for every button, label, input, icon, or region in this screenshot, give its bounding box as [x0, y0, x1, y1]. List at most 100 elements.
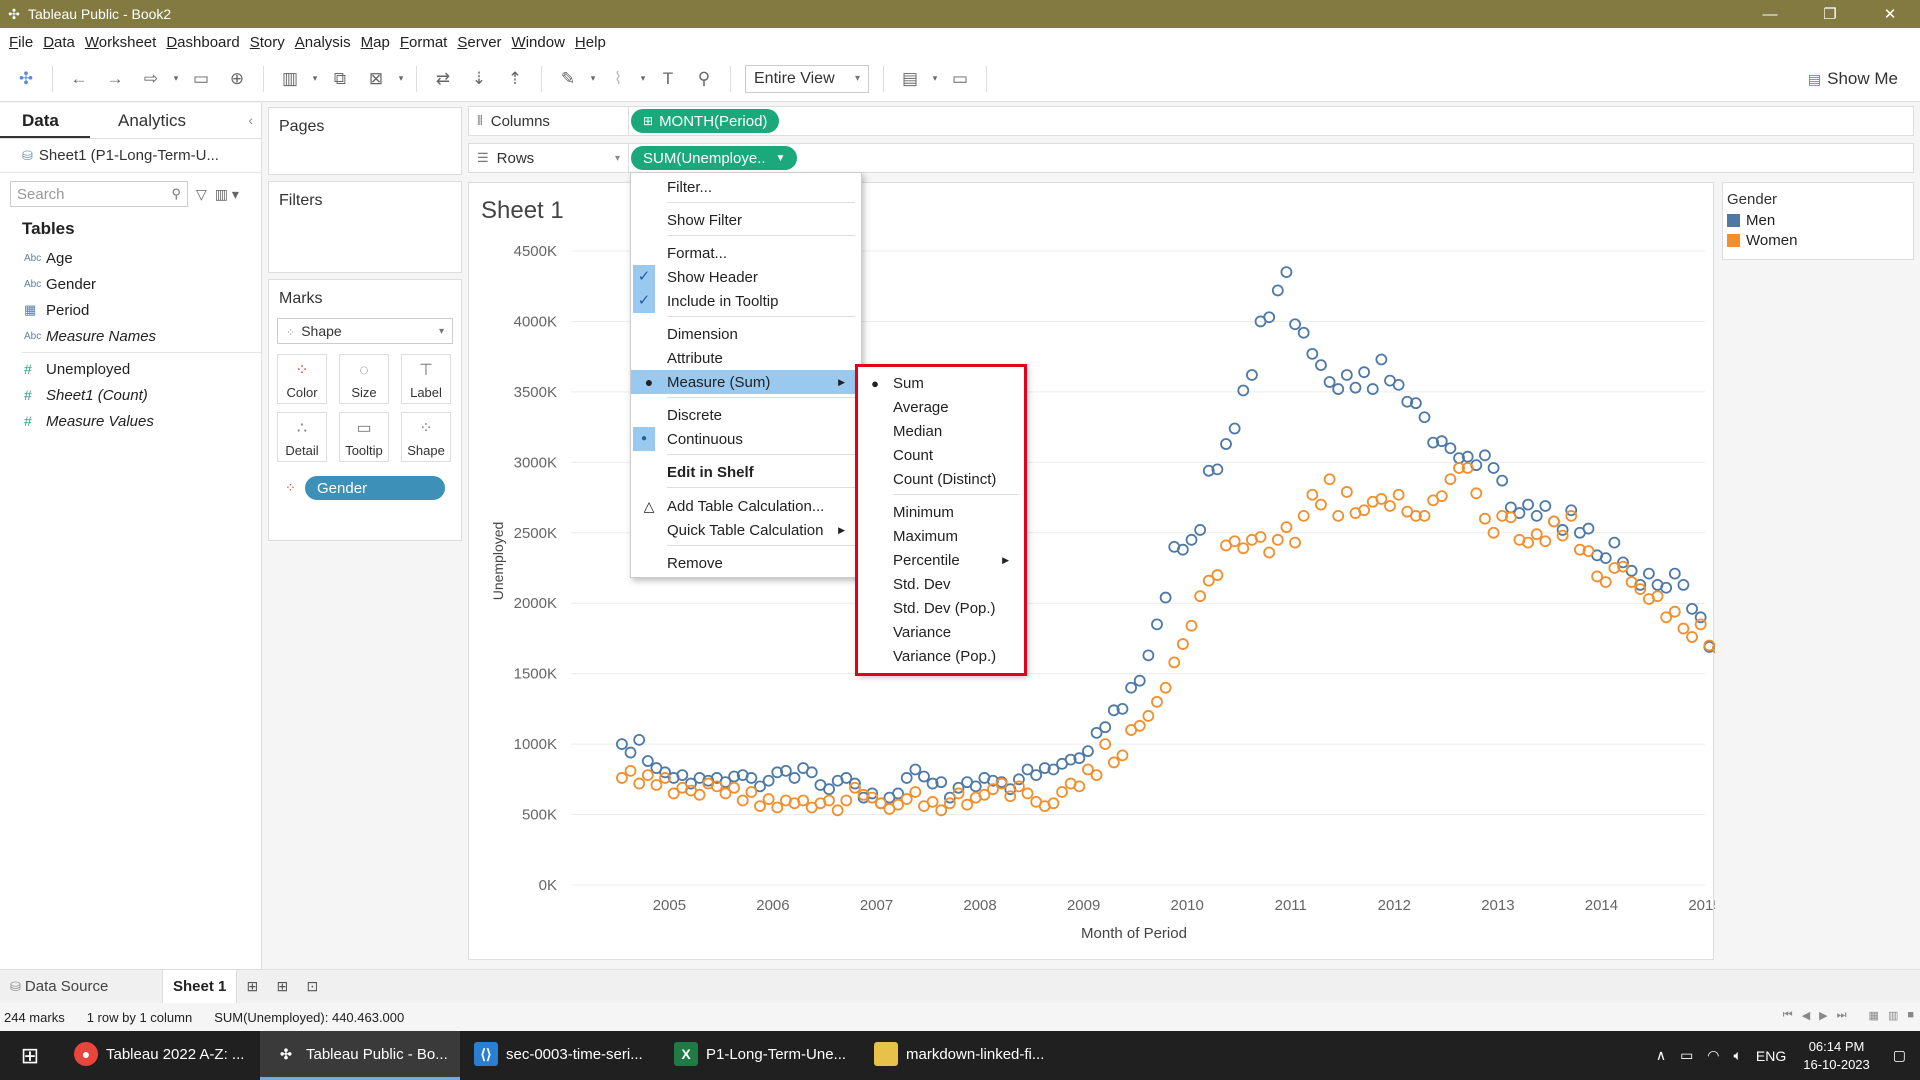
chevron-down-icon[interactable]: ▾: [638, 67, 648, 91]
columns-shelf[interactable]: ⦀ Columns ⊞ MONTH(Period): [468, 106, 1914, 136]
sheet-tab[interactable]: Sheet 1: [162, 969, 238, 1004]
pages-card[interactable]: Pages: [268, 107, 462, 175]
menu-item-show-filter[interactable]: Show Filter: [631, 208, 861, 232]
sort-descending-icon[interactable]: ⇡: [503, 67, 527, 91]
submenu-item-maximum[interactable]: Maximum: [857, 524, 1025, 548]
menu-item-show-header[interactable]: ✓ Show Header: [631, 265, 861, 289]
legend-item-women[interactable]: Women: [1723, 228, 1913, 249]
wifi-icon[interactable]: ◠: [1707, 1047, 1719, 1064]
rows-pill[interactable]: SUM(Unemploye.. ▼: [631, 146, 798, 170]
duplicate-icon[interactable]: ⧉: [328, 67, 352, 91]
menu-item-remove[interactable]: Remove: [631, 551, 861, 575]
menu-help[interactable]: Help: [575, 34, 606, 51]
rows-shelf[interactable]: ☰ Rows ▾ SUM(Unemploye.. ▼: [468, 143, 1914, 173]
group-icon[interactable]: ⌇: [606, 67, 630, 91]
filter-icon[interactable]: ▽: [196, 186, 207, 203]
presentation-mode-icon[interactable]: ▭: [948, 67, 972, 91]
chevron-up-icon[interactable]: ∧: [1656, 1047, 1666, 1064]
menu-item-format[interactable]: Format...: [631, 241, 861, 265]
show-me-button[interactable]: ▤ Show Me: [1808, 64, 1898, 94]
close-button[interactable]: ✕: [1860, 0, 1920, 28]
submenu-item-average[interactable]: Average: [857, 395, 1025, 419]
sort-ascending-icon[interactable]: ⇣: [467, 67, 491, 91]
pin-icon[interactable]: ⚲: [692, 67, 716, 91]
menu-file[interactable]: File: [9, 34, 33, 51]
field-unemployed[interactable]: # Unemployed: [0, 356, 261, 382]
size-button[interactable]: ◌ Size: [339, 354, 389, 404]
taskbar-excel[interactable]: X P1-Long-Term-Une...: [660, 1031, 860, 1080]
next-sheet-icon[interactable]: ▶: [1819, 1009, 1827, 1022]
new-story-icon[interactable]: ⊡: [297, 978, 327, 995]
fit-dropdown[interactable]: Entire View ▾: [745, 64, 869, 93]
field-measure-names[interactable]: Abc Measure Names: [0, 323, 261, 349]
tab-analytics[interactable]: Analytics: [96, 103, 246, 138]
submenu-item-std-dev-pop[interactable]: Std. Dev (Pop.): [857, 596, 1025, 620]
new-datasource-icon[interactable]: ⊕: [225, 67, 249, 91]
clock[interactable]: 06:14 PM 16-10-2023: [1803, 1038, 1870, 1074]
prev-sheet-icon[interactable]: ◀: [1802, 1009, 1810, 1022]
field-period[interactable]: ▦ Period: [0, 297, 261, 323]
menu-item-quick-table-calc[interactable]: Quick Table Calculation ▶: [631, 518, 861, 542]
menu-server[interactable]: Server: [457, 34, 501, 51]
sheet-sorter-icon[interactable]: ▦: [1869, 1009, 1879, 1022]
replay-icon[interactable]: ⇨: [139, 67, 163, 91]
datasource-item[interactable]: ⛁ Sheet1 (P1-Long-Term-U...: [0, 139, 261, 173]
chevron-down-icon[interactable]: ▾: [615, 153, 620, 164]
search-input[interactable]: Search ⚲: [10, 181, 188, 207]
redo-icon[interactable]: →: [103, 67, 127, 91]
tabs-icon[interactable]: ■: [1907, 1009, 1914, 1022]
view-options-icon[interactable]: ▥ ▾: [215, 186, 239, 203]
save-icon[interactable]: ▭: [189, 67, 213, 91]
taskbar-explorer[interactable]: ▬ markdown-linked-fi...: [860, 1031, 1060, 1080]
legend-item-men[interactable]: Men: [1723, 208, 1913, 229]
submenu-item-minimum[interactable]: Minimum: [857, 500, 1025, 524]
menu-format[interactable]: Format: [400, 34, 448, 51]
taskbar-vscode[interactable]: ⟨⟩ sec-0003-time-seri...: [460, 1031, 660, 1080]
chevron-down-icon[interactable]: ▾: [930, 67, 940, 91]
detail-button[interactable]: ∴ Detail: [277, 412, 327, 462]
undo-icon[interactable]: ←: [67, 67, 91, 91]
minimize-button[interactable]: —: [1740, 0, 1800, 28]
submenu-item-variance[interactable]: Variance: [857, 620, 1025, 644]
menu-map[interactable]: Map: [361, 34, 390, 51]
data-source-tab[interactable]: ⛁ Data Source: [0, 970, 162, 1004]
taskbar-chrome[interactable]: ● Tableau 2022 A-Z: ...: [60, 1031, 260, 1080]
chevron-down-icon[interactable]: ▾: [171, 67, 181, 91]
gender-color-pill[interactable]: Gender: [305, 476, 445, 500]
windows-start-icon[interactable]: ⊞: [0, 1031, 60, 1080]
menu-story[interactable]: Story: [250, 34, 285, 51]
show-cards-icon[interactable]: ▤: [898, 67, 922, 91]
clear-sheet-icon[interactable]: ⊠: [364, 67, 388, 91]
menu-item-dimension[interactable]: Dimension: [631, 322, 861, 346]
highlight-icon[interactable]: ✎: [556, 67, 580, 91]
taskbar-tableau[interactable]: ✣ Tableau Public - Bo...: [260, 1031, 460, 1080]
mark-type-dropdown[interactable]: ⁘ Shape ▾: [277, 318, 453, 344]
volume-icon[interactable]: 🔈︎: [1734, 1047, 1742, 1064]
tooltip-button[interactable]: ▭ Tooltip: [339, 412, 389, 462]
field-sheet1-count[interactable]: # Sheet1 (Count): [0, 382, 261, 408]
menu-item-attribute[interactable]: Attribute: [631, 346, 861, 370]
last-sheet-icon[interactable]: ⏭: [1837, 1009, 1847, 1022]
filters-card[interactable]: Filters: [268, 181, 462, 273]
tab-data[interactable]: Data: [0, 103, 90, 138]
menu-item-continuous[interactable]: ● Continuous: [631, 427, 861, 451]
language-indicator[interactable]: ENG: [1756, 1048, 1786, 1064]
submenu-item-std-dev[interactable]: Std. Dev: [857, 572, 1025, 596]
menu-item-edit-in-shelf[interactable]: Edit in Shelf: [631, 460, 861, 484]
new-worksheet-icon[interactable]: ⊞: [237, 978, 267, 995]
chevron-down-icon[interactable]: ▾: [396, 67, 406, 91]
shape-button[interactable]: ⁘ Shape: [401, 412, 451, 462]
new-worksheet-icon[interactable]: ▥: [278, 67, 302, 91]
submenu-item-percentile[interactable]: Percentile ▶: [857, 548, 1025, 572]
notifications-icon[interactable]: ▢: [1893, 1047, 1906, 1064]
submenu-item-count-distinct[interactable]: Count (Distinct): [857, 467, 1025, 491]
menu-window[interactable]: Window: [512, 34, 565, 51]
menu-item-measure[interactable]: ● Measure (Sum) ▶: [631, 370, 861, 394]
menu-item-discrete[interactable]: Discrete: [631, 403, 861, 427]
show-labels-icon[interactable]: T: [656, 67, 680, 91]
swap-icon[interactable]: ⇄: [431, 67, 455, 91]
menu-item-filter[interactable]: Filter...: [631, 175, 861, 199]
field-age[interactable]: Abc Age: [0, 245, 261, 271]
battery-icon[interactable]: ▭: [1680, 1047, 1693, 1064]
field-gender[interactable]: Abc Gender: [0, 271, 261, 297]
